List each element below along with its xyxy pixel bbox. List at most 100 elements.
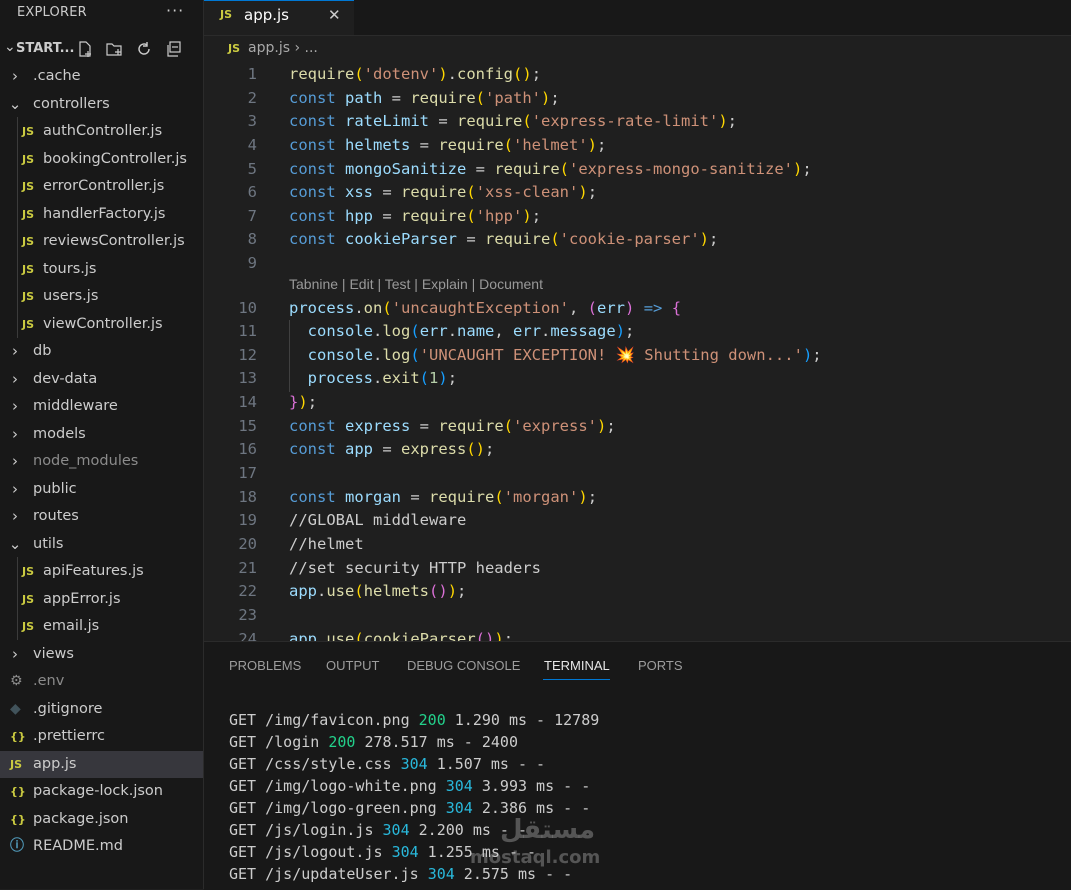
tree-item-label: .gitignore (33, 700, 103, 717)
tree-item-apifeatures-js[interactable]: JS apiFeatures.js (0, 558, 203, 585)
http-status-code: 304 (400, 755, 428, 773)
code-line: const helmets = require('helmet'); (289, 136, 607, 154)
js-file-icon: JS (22, 565, 35, 578)
tree-item-label: errorController.js (43, 178, 165, 194)
tree-item-routes[interactable]: › routes (0, 503, 203, 530)
line-number: 10 (238, 299, 257, 317)
tree-item-package-lock-json[interactable]: {} package-lock.json (0, 778, 203, 805)
http-status-code: 304 (427, 865, 455, 883)
chevron-right-icon: › (12, 424, 18, 443)
js-file-icon: JS (22, 620, 35, 633)
tree-item-node-modules[interactable]: › node_modules (0, 448, 203, 475)
tree-item-viewcontroller-js[interactable]: JS viewController.js (0, 311, 203, 338)
tree-item-label: app.js (33, 755, 77, 772)
tree-item-gitignore[interactable]: ◆ .gitignore (0, 696, 203, 723)
tree-item-apperror-js[interactable]: JS appError.js (0, 586, 203, 613)
http-status-code: 200 (328, 733, 356, 751)
js-file-icon: JS (22, 290, 35, 303)
tab-terminal[interactable]: TERMINAL (544, 658, 610, 673)
line-number: 17 (238, 464, 257, 482)
http-status-code: 304 (391, 843, 419, 861)
tree-item-errorcontroller-js[interactable]: JS errorController.js (0, 173, 203, 200)
terminal-line: GET /css/style.css 304 1.507 ms - - (229, 755, 546, 773)
tree-item-reviewscontroller-js[interactable]: JS reviewsController.js (0, 228, 203, 255)
tree-item-public[interactable]: › public (0, 476, 203, 503)
tree-item-package-json[interactable]: {} package.json (0, 806, 203, 833)
json-file-icon: {} (10, 812, 26, 826)
tree-item-bookingcontroller-js[interactable]: JS bookingController.js (0, 146, 203, 173)
more-actions-icon[interactable]: ··· (166, 1, 184, 20)
chevron-right-icon: › (12, 342, 18, 360)
http-status-code: 304 (445, 799, 473, 817)
tab-output[interactable]: OUTPUT (326, 658, 379, 673)
refresh-icon[interactable] (135, 40, 153, 58)
code-line: const express = require('express'); (289, 417, 616, 435)
line-number: 21 (238, 559, 257, 577)
code-line: const app = express(); (289, 440, 495, 458)
chevron-right-icon: › (12, 397, 18, 415)
json-file-icon: {} (10, 785, 26, 798)
close-icon[interactable]: ✕ (328, 6, 341, 24)
line-number: 11 (238, 322, 257, 340)
tree-item-db[interactable]: › db (0, 338, 203, 365)
tree-item-users-js[interactable]: JS users.js (0, 283, 203, 310)
code-editor[interactable]: 1 require('dotenv').config(); 2 const path… (204, 61, 1071, 641)
tree-item-env[interactable]: ⚙ .env (0, 668, 203, 695)
editor-tab-bar: JS app.js ✕ (204, 0, 1071, 36)
line-number: 18 (238, 488, 257, 506)
tree-item-authcontroller-js[interactable]: JS authController.js (0, 118, 203, 145)
tree-item-utils[interactable]: ⌄ utils (0, 531, 203, 558)
chevron-right-icon: › (12, 369, 18, 388)
js-file-icon: JS (22, 152, 35, 166)
chevron-right-icon: › (12, 644, 18, 663)
terminal-line: GET /login 200 278.517 ms - 2400 (229, 733, 518, 751)
tree-item-label: controllers (33, 95, 110, 112)
line-number: 23 (238, 606, 257, 624)
tab-app-js[interactable]: JS app.js ✕ (204, 0, 354, 35)
line-number: 9 (247, 254, 257, 272)
js-file-icon: JS (228, 42, 241, 55)
breadcrumb-file[interactable]: app.js (248, 40, 290, 56)
chevron-down-icon: ⌄ (4, 39, 16, 55)
tree-item-email-js[interactable]: JS email.js (0, 613, 203, 640)
tree-item-label: middleware (33, 398, 118, 414)
tree-item-cache[interactable]: › .cache (0, 63, 203, 90)
tree-item-dev-data[interactable]: › dev-data (0, 366, 203, 393)
explorer-root-folder[interactable]: ⌄ START... (0, 37, 203, 61)
http-status-code: 304 (445, 777, 473, 795)
code-line: const rateLimit = require('express-rate-… (289, 112, 738, 130)
tree-item-controllers[interactable]: ⌄ controllers (0, 91, 203, 118)
tree-item-label: .cache (33, 68, 81, 84)
js-file-icon: JS (22, 235, 35, 248)
tree-item-label: email.js (43, 618, 100, 634)
tree-item-tours-js[interactable]: JS tours.js (0, 256, 203, 283)
js-file-icon: JS (22, 262, 35, 276)
tree-item-app-js[interactable]: JS app.js (0, 750, 203, 778)
js-file-icon: JS (22, 180, 35, 193)
tab-problems[interactable]: PROBLEMS (229, 658, 301, 673)
tree-item-handlerfactory-js[interactable]: JS handlerFactory.js (0, 201, 203, 228)
tree-item-middleware[interactable]: › middleware (0, 393, 203, 420)
git-icon: ◆ (10, 700, 21, 717)
tree-item-prettierrc[interactable]: {} .prettierrc (0, 723, 203, 750)
tab-debug-console[interactable]: DEBUG CONSOLE (407, 658, 520, 673)
tree-item-label: db (33, 343, 52, 359)
new-folder-icon[interactable] (105, 40, 123, 58)
line-number: 2 (247, 89, 257, 107)
collapse-all-icon[interactable] (165, 40, 183, 58)
tree-item-models[interactable]: › models (0, 421, 203, 448)
code-line: process.on('uncaughtException', (err) =>… (289, 299, 682, 317)
chevron-down-icon: ⌄ (8, 94, 22, 113)
tab-ports[interactable]: PORTS (638, 658, 683, 673)
tree-item-label: tours.js (43, 260, 97, 277)
tree-item-readme-md[interactable]: ⓘ README.md (0, 833, 203, 860)
json-file-icon: {} (10, 730, 26, 743)
line-number: 6 (247, 183, 257, 201)
new-file-icon[interactable] (76, 40, 94, 58)
code-line: console.log('UNCAUGHT EXCEPTION! 💥 Shutt… (307, 346, 822, 364)
code-line: //GLOBAL middleware (289, 511, 467, 529)
breadcrumb-rest[interactable]: › ... (294, 40, 317, 56)
tree-item-label: apiFeatures.js (43, 563, 144, 579)
tabnine-codelens[interactable]: Tabnine | Edit | Test | Explain | Docume… (289, 276, 543, 292)
tree-item-views[interactable]: › views (0, 641, 203, 668)
